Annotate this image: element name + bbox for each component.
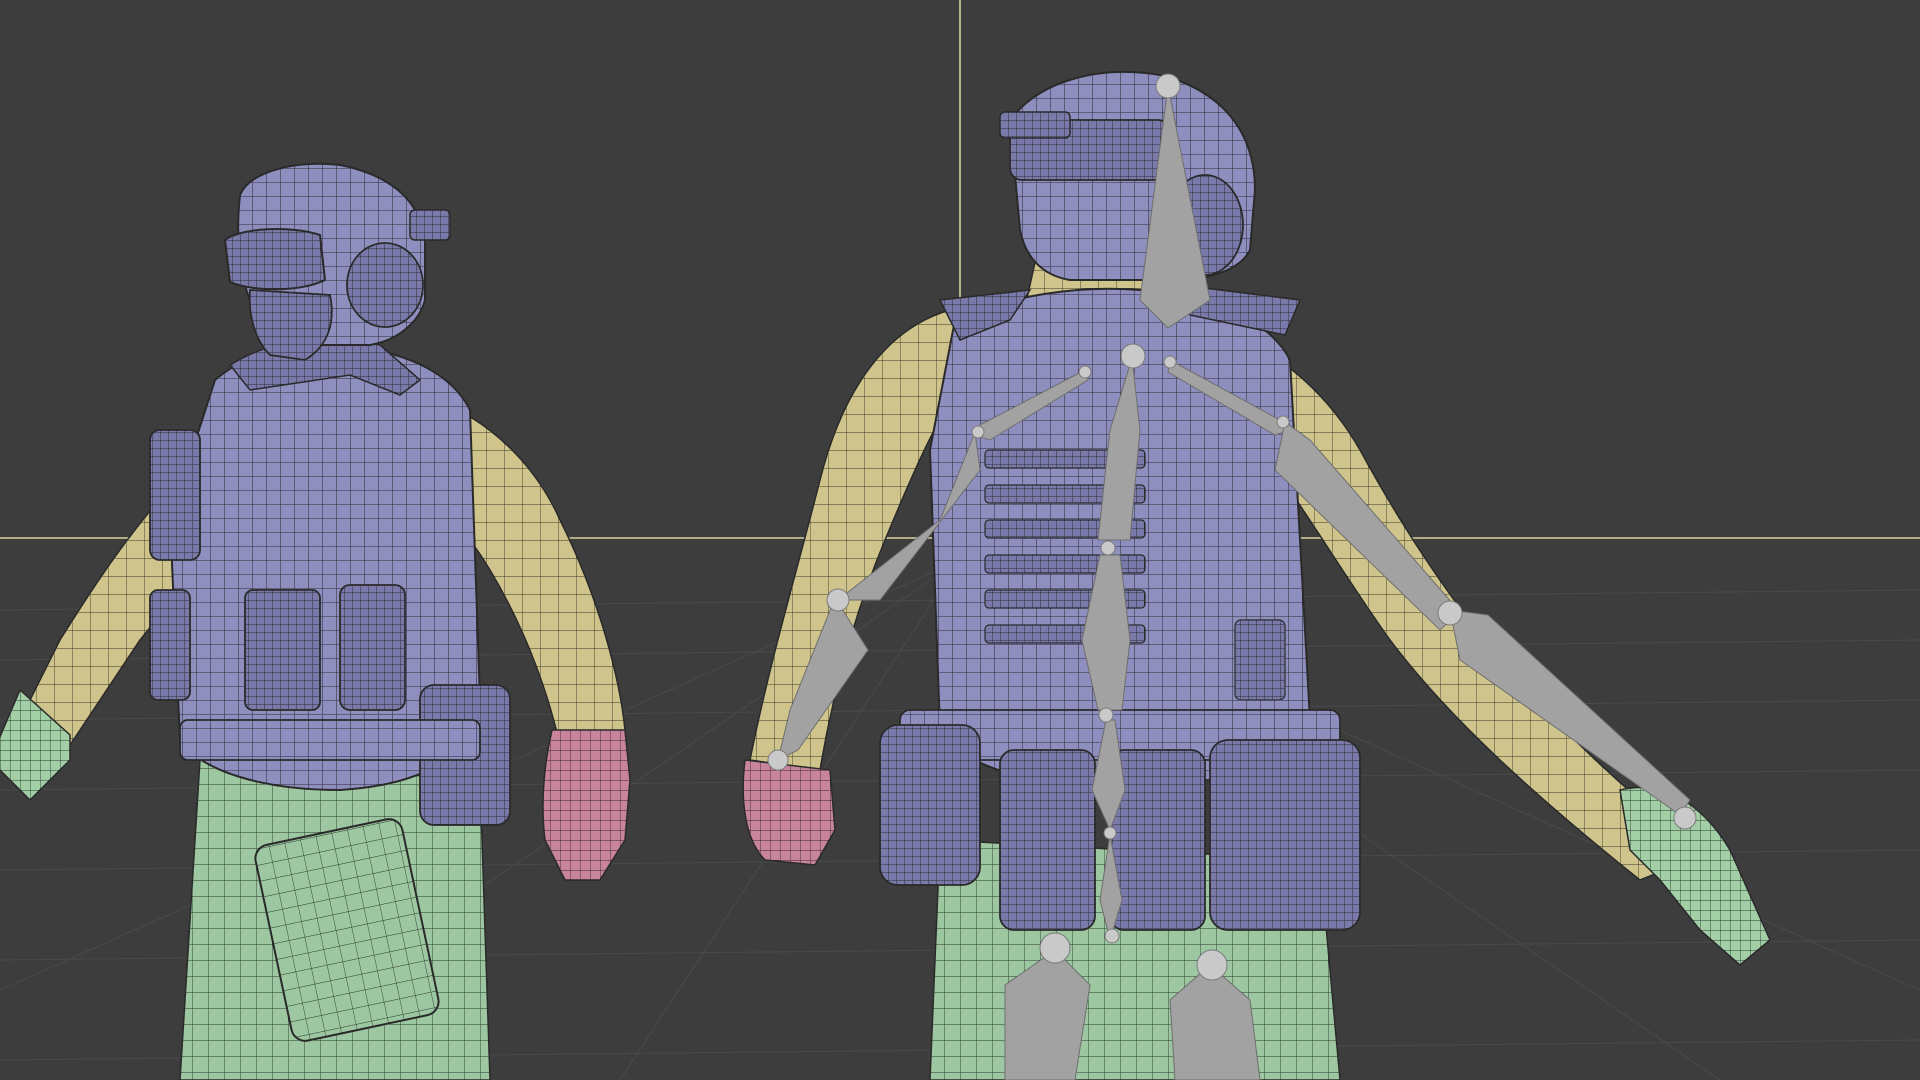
joint-neck [1120,343,1146,369]
viewport-canvas[interactable] [0,0,1920,1080]
joint-shoulder-right [1163,355,1177,369]
joint-hip-right [1196,949,1228,981]
3d-viewport[interactable] [0,0,1920,1080]
left-character-pouch-2 [244,589,321,711]
joint-hips [1103,826,1117,840]
joint-elbow-right [1437,600,1463,626]
left-character-goggles [223,228,327,291]
joint-head-tip [1155,73,1181,99]
joint-hip-left [1039,932,1071,964]
joint-upper-arm-right [1276,415,1290,429]
right-character-pouch-3 [1209,739,1361,931]
right-character-left-glove [742,759,836,866]
left-character-pouch-1 [149,429,201,561]
joint-wrist-right [1673,806,1697,830]
left-character-pouch-3 [339,584,406,711]
joint-spine-mid [1100,540,1116,556]
joint-elbow-left [826,588,850,612]
joint-upper-arm-left [971,425,985,439]
right-character-pouch-1 [999,749,1096,931]
left-character-earmuff [346,242,424,328]
right-character-pouch-2 [1109,749,1206,931]
left-character-helmet-rail [409,209,451,241]
right-character-helmet-light [999,111,1071,139]
left-character-belt [179,719,481,761]
left-character-pouch-5 [149,589,191,701]
joint-shoulder-left [1078,365,1092,379]
right-character-side-pouch [879,724,981,886]
joint-wrist-left [767,749,789,771]
joint-pelvis [1104,928,1120,944]
joint-spine-low [1098,707,1114,723]
